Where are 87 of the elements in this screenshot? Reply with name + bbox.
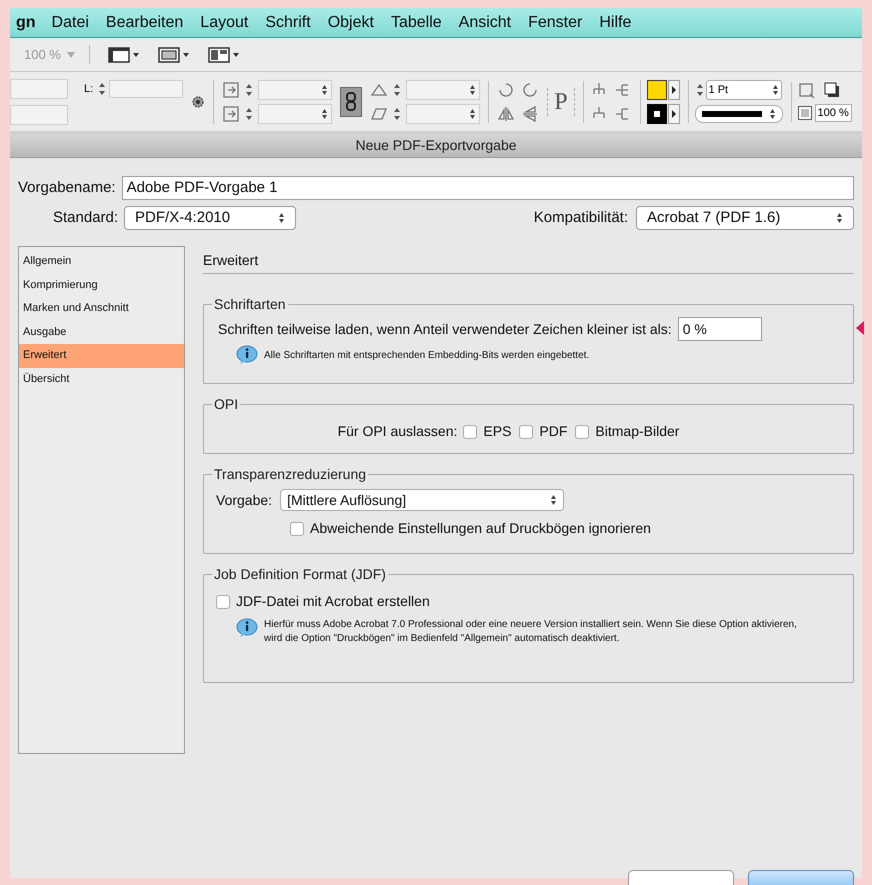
- chain-link-icon[interactable]: [340, 86, 362, 116]
- field-label: Vorgabename:: [18, 178, 116, 198]
- updown-icon: [321, 108, 328, 120]
- checkbox[interactable]: [290, 522, 304, 536]
- updown-icon: [772, 84, 779, 96]
- app-menu[interactable]: gn: [16, 10, 36, 34]
- arrange-documents-icon[interactable]: [208, 46, 240, 62]
- shadow-icon[interactable]: [824, 82, 840, 98]
- opacity-field[interactable]: 100 %: [814, 104, 852, 122]
- checkbox-label: EPS: [483, 422, 512, 441]
- cancel-button[interactable]: [628, 870, 734, 885]
- menu-item[interactable]: Layout: [200, 10, 248, 34]
- dialog-title: Neue PDF-Exportvorgabe: [355, 136, 517, 155]
- text-field[interactable]: [406, 104, 480, 124]
- ok-button[interactable]: [748, 870, 854, 885]
- pointer-icon: [856, 321, 864, 335]
- screen-mode-icon[interactable]: [158, 46, 190, 62]
- caret-icon: [66, 52, 75, 58]
- align-icon[interactable]: [222, 104, 240, 122]
- sidebar-item[interactable]: Marken und Anschnitt: [19, 297, 184, 320]
- updown-icon: [278, 212, 286, 224]
- checkbox-label: PDF: [539, 422, 568, 441]
- info-text: Alle Schriftarten mit entsprechenden Embedding-Bits werden eingebettet.: [264, 348, 590, 362]
- updown-icon: [768, 108, 776, 120]
- field-label: L:: [84, 82, 94, 97]
- info-icon: [236, 618, 258, 638]
- menu-item[interactable]: Tabelle: [390, 10, 442, 34]
- stepper-icon[interactable]: [244, 82, 254, 98]
- info-text: Hierfür muss Adobe Acrobat 7.0 Professional oder eine neuere Version installiert sein. Wenn Sie diese Option aktivieren, wird die Option "Druckbögen" im Bedienfeld "Allgemein" automatisch deaktiviert.: [264, 618, 798, 646]
- text-field[interactable]: [406, 80, 480, 100]
- flattener-dropdown[interactable]: [Mittlere Auflösung]: [280, 489, 564, 511]
- menu-item[interactable]: Bearbeiten: [106, 10, 184, 34]
- menu-item[interactable]: Schrift: [265, 10, 311, 34]
- rotate-icon[interactable]: [521, 80, 540, 98]
- flip-icon[interactable]: [497, 104, 516, 122]
- field-label: Für OPI auslassen:: [338, 422, 458, 441]
- menu-item[interactable]: Datei: [52, 10, 89, 34]
- checkbox[interactable]: [216, 594, 230, 608]
- flip-icon[interactable]: [521, 104, 540, 122]
- checkbox[interactable]: [519, 424, 534, 438]
- rotate-icon[interactable]: [497, 80, 516, 98]
- opacity-icon: [798, 106, 812, 120]
- preset-name-field[interactable]: Adobe PDF-Vorgabe 1: [122, 176, 854, 200]
- menu-item[interactable]: Objekt: [328, 10, 374, 34]
- checkbox-label: JDF-Datei mit Acrobat erstellen: [236, 592, 430, 611]
- text-field[interactable]: [10, 104, 68, 124]
- stepper-icon[interactable]: [244, 106, 254, 122]
- field-label: Schriften teilweise laden, wenn Anteil verwendeter Zeichen kleiner ist als:: [218, 320, 672, 338]
- stroke-weight-field[interactable]: 1 Pt: [706, 80, 782, 100]
- sidebar-item[interactable]: Übersicht: [19, 368, 184, 391]
- sidebar-item[interactable]: Allgemein: [19, 250, 184, 274]
- compatibility-dropdown[interactable]: Acrobat 7 (PDF 1.6): [636, 206, 854, 230]
- stepper-icon[interactable]: [392, 106, 402, 122]
- updown-icon: [321, 84, 328, 96]
- updown-icon: [550, 494, 558, 506]
- menu-item[interactable]: Ansicht: [458, 10, 512, 34]
- effects-icon[interactable]: [798, 82, 816, 100]
- field-label: Standard:: [53, 208, 118, 228]
- stepper-icon[interactable]: [392, 82, 402, 98]
- text-field[interactable]: [109, 80, 184, 98]
- menu-item[interactable]: Fenster: [528, 10, 582, 34]
- updown-icon: [469, 108, 476, 120]
- text-field[interactable]: [258, 104, 332, 124]
- field-label: Kompatibilität:: [534, 208, 628, 228]
- menu-item[interactable]: Hilfe: [599, 10, 632, 34]
- sidebar-item[interactable]: Komprimierung: [19, 274, 184, 297]
- stroke-swatch[interactable]: [646, 104, 667, 124]
- align-icon[interactable]: [222, 80, 240, 98]
- checkbox-label: Bitmap-Bilder: [595, 422, 680, 441]
- checkbox[interactable]: [463, 424, 478, 438]
- gear-icon[interactable]: [191, 94, 206, 110]
- section-title: Erweitert: [203, 250, 854, 274]
- sidebar-item[interactable]: Ausgabe: [19, 320, 184, 344]
- text-field[interactable]: [10, 78, 68, 98]
- text-field[interactable]: [258, 80, 332, 100]
- fill-swatch[interactable]: [646, 80, 667, 100]
- field-label: Vorgabe:: [216, 490, 272, 510]
- percent-field[interactable]: 0 %: [678, 317, 762, 341]
- checkbox[interactable]: [575, 424, 590, 438]
- checkbox-label: Abweichende Einstellungen auf Druckbögen ignorieren: [310, 519, 651, 538]
- standard-dropdown[interactable]: PDF/X-4:2010: [124, 206, 296, 230]
- sidebar-item[interactable]: Erweitert: [19, 344, 184, 368]
- view-options-icon[interactable]: [108, 46, 140, 62]
- info-icon: [236, 345, 258, 365]
- updown-icon: [469, 84, 476, 96]
- updown-icon: [836, 212, 843, 224]
- stroke-type-dropdown[interactable]: [694, 105, 783, 123]
